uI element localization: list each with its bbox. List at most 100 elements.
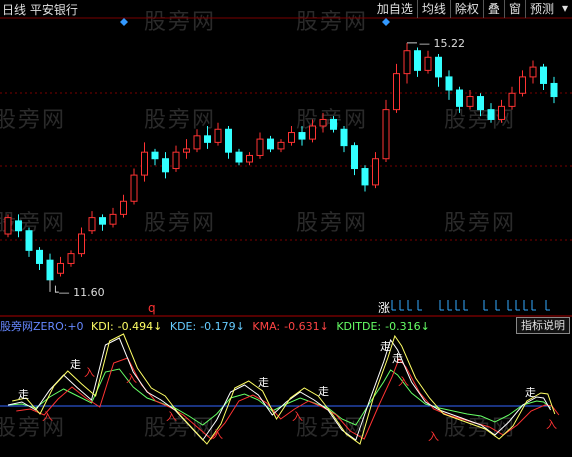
candle-up xyxy=(130,174,138,202)
diamond-marker xyxy=(120,18,128,26)
kde-arrow: ↓ xyxy=(235,320,245,333)
sell-signal: 走 xyxy=(392,352,403,365)
buy-signal: 入 xyxy=(428,430,439,443)
candle-down xyxy=(25,230,33,251)
kma-line xyxy=(16,357,560,440)
indicator-name: 股旁网ZERO: xyxy=(0,320,68,333)
low-price-label: └— 11.60 xyxy=(52,285,105,299)
kdi-label: KDI: xyxy=(91,320,114,333)
buy-signal: 入 xyxy=(292,410,303,423)
forecast-button[interactable]: 预测 xyxy=(524,0,558,18)
candle-up xyxy=(288,132,295,143)
candle-down xyxy=(540,66,547,84)
candle-up xyxy=(424,56,432,71)
buy-signal: 入 xyxy=(166,410,177,423)
candle-up xyxy=(109,213,117,225)
candle-up xyxy=(403,50,411,75)
candle-up xyxy=(372,158,379,186)
kma-arrow: ↓ xyxy=(319,320,329,333)
kde-value: -0.179 xyxy=(200,320,236,333)
candle-up xyxy=(183,148,190,153)
candle-up xyxy=(141,151,148,176)
candle-down xyxy=(46,259,54,281)
candle-down xyxy=(340,128,348,147)
ex-rights-button[interactable]: 除权 xyxy=(449,0,483,18)
candle-up xyxy=(120,200,127,215)
toolbar: 加自选 均线 除权 叠 窗 预测 ▾ xyxy=(373,0,572,18)
buy-signal: 入 xyxy=(212,428,223,441)
candle-up xyxy=(67,253,75,264)
candle-down xyxy=(351,145,358,170)
candle-up xyxy=(172,151,180,170)
candle-up xyxy=(309,125,316,140)
candle-down xyxy=(151,151,159,160)
kditde-arrow: ↓ xyxy=(420,320,430,333)
candle-down xyxy=(235,151,243,163)
candle-down xyxy=(330,118,337,130)
kma-label: KMA: xyxy=(252,320,281,333)
indicator-help-button[interactable]: 指标说明 xyxy=(516,317,570,334)
candle-down xyxy=(361,168,369,186)
zero-value: +0 xyxy=(67,320,84,333)
overlay-button[interactable]: 叠 xyxy=(482,0,504,18)
buy-signal: 入 xyxy=(84,366,95,379)
candle-down xyxy=(36,249,43,264)
candle-down xyxy=(477,96,484,111)
chart-title: 日线 平安银行 xyxy=(2,3,78,17)
candle-down xyxy=(550,82,558,98)
candle-up xyxy=(508,92,516,107)
kde-line xyxy=(7,337,552,441)
chart-window: 股旁网 股旁网 股旁网 股旁网 股旁网 股旁网 股旁网 股旁网 股旁网 股旁网 … xyxy=(0,0,572,457)
candle-down xyxy=(99,217,106,225)
candle-down xyxy=(15,220,22,232)
candle-up xyxy=(214,128,222,143)
buy-signal: 入 xyxy=(42,410,53,423)
candle-up xyxy=(57,262,64,274)
sell-signal: 走 xyxy=(18,388,29,401)
candle-up xyxy=(382,109,390,160)
candle-down xyxy=(435,56,442,78)
sell-signal: 走 xyxy=(70,358,81,371)
candle-down xyxy=(487,109,495,120)
candle-up xyxy=(319,118,327,127)
moving-average-button[interactable]: 均线 xyxy=(416,0,450,18)
indicator-legend: 股旁网ZERO:+0 KDI: -0.494↓ KDE: -0.179↓ KMA: -… xyxy=(0,318,572,334)
candle-down xyxy=(204,135,211,143)
kma-value: -0.631 xyxy=(284,320,320,333)
candle-down xyxy=(162,158,169,173)
window-button[interactable]: 窗 xyxy=(503,0,525,18)
price-chart[interactable]: — 15.22└— 11.60q 涨走走走走走走走入入 入入入入入入入 xyxy=(0,0,572,457)
dropdown-icon[interactable]: ▾ xyxy=(558,0,572,18)
candle-down xyxy=(414,50,421,71)
candle-up xyxy=(193,135,201,150)
high-price-label: — 15.22 xyxy=(419,37,465,50)
candle-up xyxy=(246,154,253,163)
sell-signal: 走 xyxy=(258,376,269,389)
kdi-line xyxy=(12,333,556,445)
candle-up xyxy=(277,141,285,150)
candle-down xyxy=(456,89,463,107)
candle-up xyxy=(4,217,12,235)
candle-up xyxy=(498,105,505,120)
candle-up xyxy=(466,96,474,107)
candle-up xyxy=(529,66,537,78)
candle-up xyxy=(519,76,526,94)
candle-down xyxy=(445,76,453,91)
candle-up xyxy=(88,217,96,232)
kdi-value: -0.494 xyxy=(117,320,154,333)
candle-up xyxy=(393,73,400,111)
kditde-label: KDITDE: xyxy=(336,320,382,333)
q-marker: q xyxy=(148,301,156,315)
kditde-value: -0.316 xyxy=(385,320,421,333)
buy-signal: 入 xyxy=(546,418,557,431)
add-watchlist-button[interactable]: 加自选 xyxy=(373,0,417,18)
candle-down xyxy=(267,138,274,150)
zhang-marker: 涨 xyxy=(378,300,390,315)
candle-down xyxy=(298,132,306,140)
diamond-marker xyxy=(382,18,390,26)
kdi-arrow: ↓ xyxy=(153,320,163,333)
buy-signal: 入 xyxy=(398,375,409,388)
candle-down xyxy=(225,128,232,153)
sell-signal: 走 xyxy=(318,385,329,398)
kde-label: KDE: xyxy=(169,320,197,333)
